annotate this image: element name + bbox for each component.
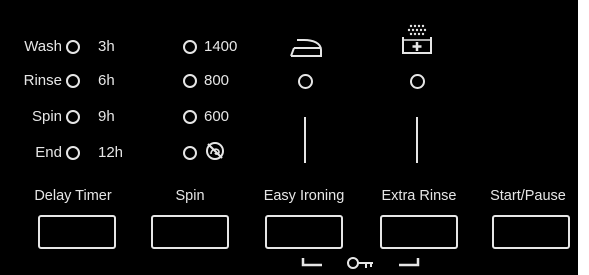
delay-option-3h: 3h [98,38,115,55]
key-icon [347,257,373,269]
status-led-spin [66,110,80,124]
extra-rinse-icon [402,24,432,54]
control-panel: Wash Rinse Spin End 3h 6h 9h 12h 1400 80… [0,0,578,275]
extra-rinse-button[interactable] [380,215,458,249]
status-label-wash: Wash [24,38,62,55]
no-spin-icon [206,142,224,160]
delay-timer-button[interactable] [38,215,116,249]
status-label-rinse: Rinse [23,72,62,89]
easy-ironing-label: Easy Ironing [263,188,345,204]
spin-led-no-spin [183,146,197,160]
spin-led-600 [183,110,197,124]
status-led-end [66,146,80,160]
spin-led-1400 [183,40,197,54]
start-pause-button[interactable] [492,215,570,249]
delay-option-9h: 9h [98,108,115,125]
spin-button[interactable] [151,215,229,249]
status-label-end: End [35,144,62,161]
panel-edge [578,0,589,275]
spin-option-1400: 1400 [204,38,238,55]
spin-option-600: 600 [204,108,230,125]
easy-ironing-line [304,117,306,163]
delay-option-6h: 6h [98,72,115,89]
status-led-rinse [66,74,80,88]
start-pause-label: Start/Pause [490,188,566,204]
spin-led-800 [183,74,197,88]
easy-ironing-button[interactable] [265,215,343,249]
child-lock-bracket-right [399,258,420,267]
easy-ironing-led [298,74,313,89]
spin-label: Spin [175,188,205,204]
child-lock-bracket-left [301,258,322,267]
status-led-wash [66,40,80,54]
delay-timer-label: Delay Timer [34,188,112,204]
extra-rinse-led [410,74,425,89]
iron-icon [290,39,322,57]
extra-rinse-label: Extra Rinse [381,188,457,204]
spin-option-800: 800 [204,72,230,89]
extra-rinse-line [416,117,418,163]
delay-option-12h: 12h [98,144,124,161]
status-label-spin: Spin [31,108,62,125]
